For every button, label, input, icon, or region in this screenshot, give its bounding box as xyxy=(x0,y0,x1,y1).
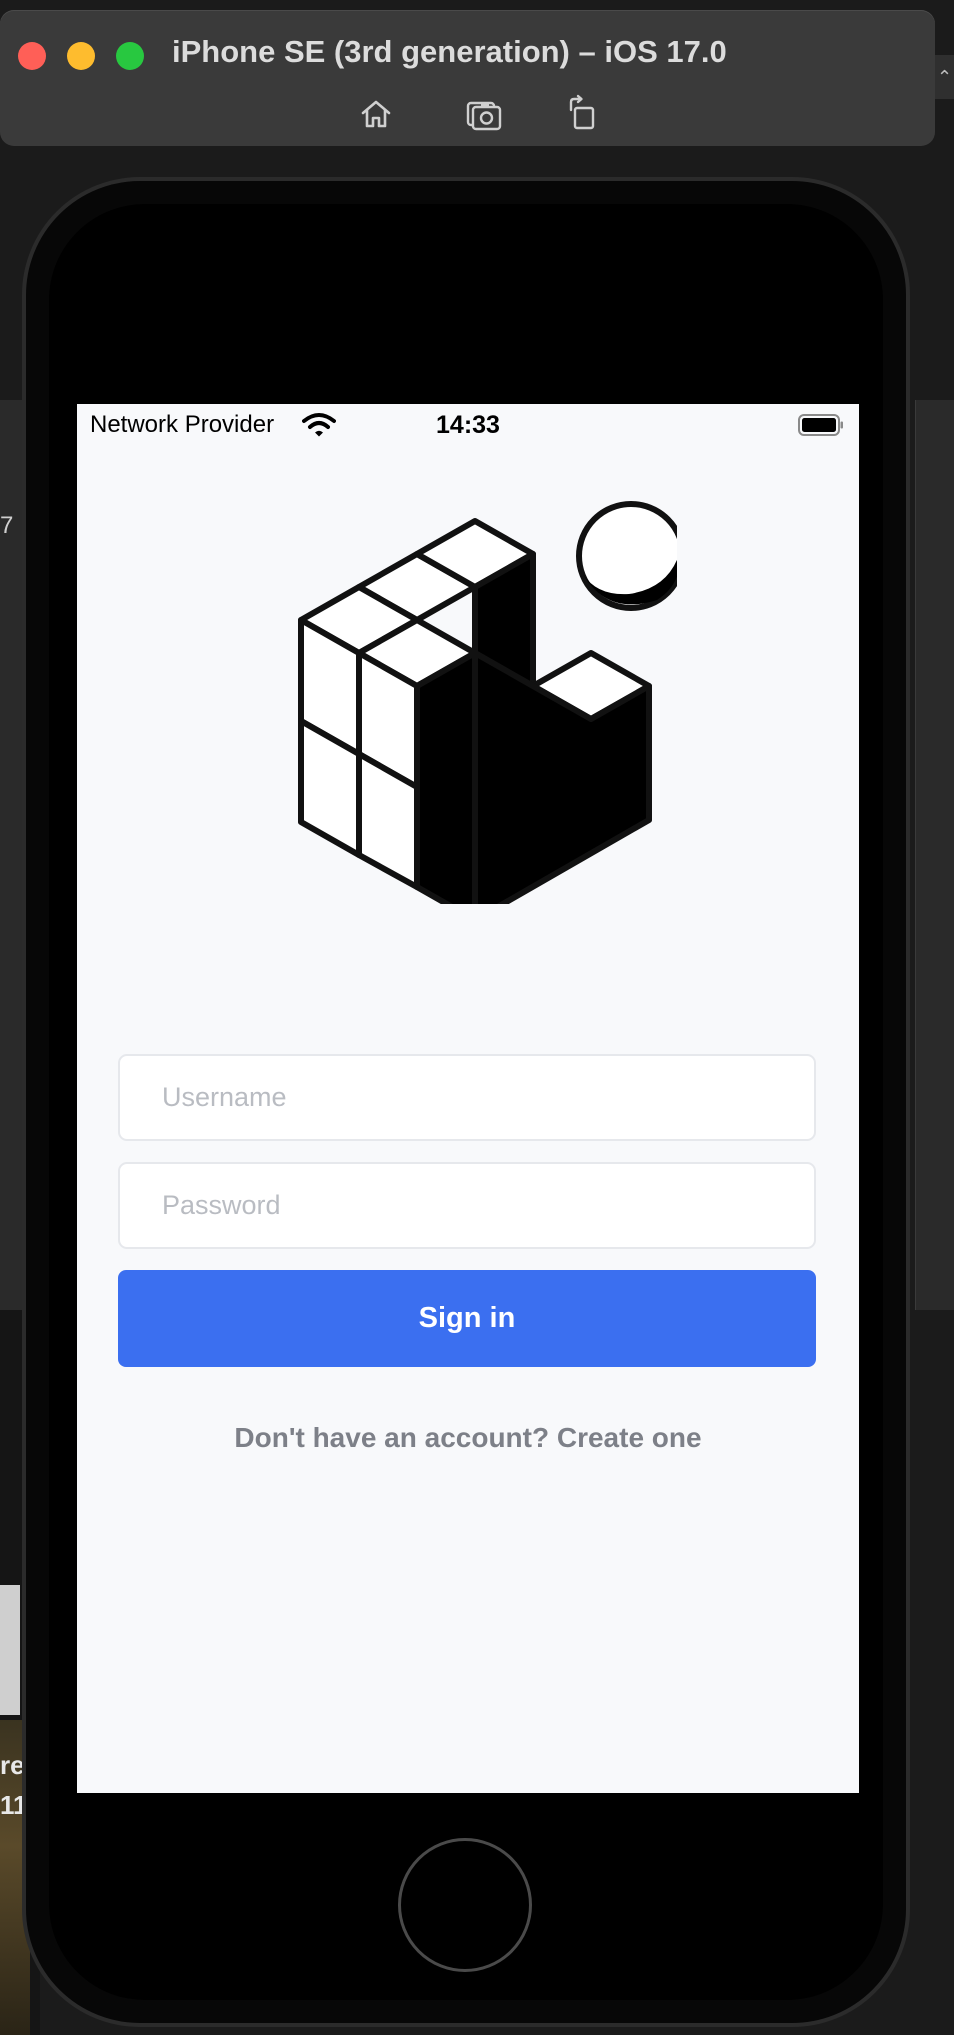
home-icon xyxy=(361,100,391,128)
simulator-title-bar: iPhone SE (3rd generation) – iOS 17.0 xyxy=(0,10,935,146)
home-button[interactable] xyxy=(354,92,398,136)
create-account-link[interactable]: Don't have an account? Create one xyxy=(77,1422,859,1454)
background-side-text: re xyxy=(0,1750,25,1780)
sign-in-button[interactable]: Sign in xyxy=(118,1270,816,1367)
background-side-number: 7 xyxy=(0,512,14,539)
device-home-button[interactable] xyxy=(398,1838,532,1972)
minimize-window-button[interactable] xyxy=(67,42,95,70)
battery-icon xyxy=(798,414,843,436)
screenshot-button[interactable] xyxy=(462,92,506,136)
background-window-right xyxy=(915,400,954,1310)
clock: 14:33 xyxy=(436,411,500,439)
phone-screen: Network Provider 14:33 Username Sign in … xyxy=(77,404,859,1793)
rotate-icon xyxy=(569,94,595,130)
rotate-button[interactable] xyxy=(560,92,604,136)
close-window-button[interactable] xyxy=(18,42,46,70)
zoom-window-button[interactable] xyxy=(116,42,144,70)
username-input[interactable] xyxy=(118,1054,816,1141)
screenshot-icon xyxy=(466,101,502,131)
desktop: 7 re 11 iPhone SE (3rd generation) – iOS… xyxy=(0,0,954,2035)
chevron-updown-icon[interactable]: ⌃ xyxy=(935,55,954,99)
simulator-title: iPhone SE (3rd generation) – iOS 17.0 xyxy=(172,34,727,69)
status-bar: Network Provider 14:33 xyxy=(77,404,859,448)
password-input[interactable] xyxy=(118,1162,816,1249)
background-card xyxy=(0,1585,20,1715)
app-logo xyxy=(298,501,677,904)
